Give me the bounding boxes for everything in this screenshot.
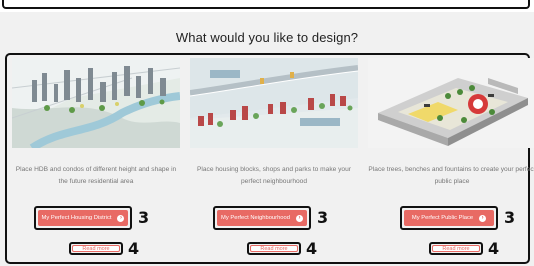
arrow-circle-right-icon: › — [295, 214, 303, 222]
annotation-number-4: 4 — [306, 239, 318, 258]
card-description: Place HDB and condos of different height… — [15, 166, 177, 185]
annotation-number-4: 4 — [488, 239, 500, 258]
arrow-circle-right-icon: › — [117, 214, 125, 222]
button-label: My Perfect Housing District — [41, 215, 112, 221]
annotation-number-3: 3 — [317, 208, 329, 227]
annotation-number-3: 3 — [504, 208, 516, 227]
read-more-button[interactable]: Read more — [72, 245, 120, 252]
public-place-thumbnail[interactable] — [368, 58, 534, 148]
neighbourhood-thumbnail[interactable] — [190, 58, 358, 148]
annotation-number-3: 3 — [138, 208, 150, 227]
annotation-box-4: Read more — [429, 242, 483, 255]
annotation-box-4: Read more — [69, 242, 123, 255]
card-public-place: Place trees, benches and fountains to cr… — [368, 58, 534, 258]
card-housing-district: Place HDB and condos of different height… — [12, 58, 182, 258]
card-description: Place trees, benches and fountains to cr… — [368, 166, 534, 185]
button-label: My Perfect Neighbourhood — [221, 215, 290, 221]
annotation-box-3: My Perfect Neighbourhood › — [213, 206, 311, 230]
housing-district-thumbnail[interactable] — [12, 58, 180, 148]
page: What would you like to design? Place HDB… — [0, 0, 534, 266]
housing-district-button[interactable]: My Perfect Housing District › — [38, 210, 128, 226]
button-label: My Perfect Public Place — [411, 215, 474, 221]
annotation-box-3: My Perfect Housing District › — [34, 206, 132, 230]
arrow-circle-right-icon: › — [479, 214, 487, 222]
read-more-button[interactable]: Read more — [432, 245, 480, 252]
annotation-box-4: Read more — [247, 242, 301, 255]
annotation-number-4: 4 — [128, 239, 140, 258]
card-neighbourhood: Place housing blocks, shops and parks to… — [190, 58, 360, 258]
section-heading: What would you like to design? — [175, 30, 359, 45]
public-place-button[interactable]: My Perfect Public Place › — [404, 210, 494, 226]
read-more-button[interactable]: Read more — [250, 245, 298, 252]
top-annotation-box — [2, 0, 530, 9]
annotation-box-3: My Perfect Public Place › — [400, 206, 498, 230]
card-description: Place housing blocks, shops and parks to… — [197, 166, 351, 185]
neighbourhood-button[interactable]: My Perfect Neighbourhood › — [217, 210, 307, 226]
